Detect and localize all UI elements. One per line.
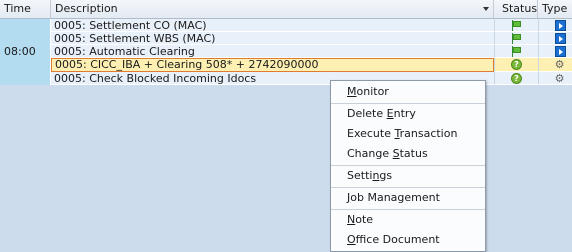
menu-item-execute-transaction[interactable]: Execute Transaction (331, 124, 485, 144)
question-icon: ? (511, 73, 522, 84)
menu-item-delete-entry[interactable]: Delete Entry (331, 104, 485, 124)
table-row-selected[interactable]: 0005: CICC_IBA + Clearing 508* + 2742090… (0, 58, 572, 72)
question-icon: ? (511, 59, 522, 70)
type-cell (538, 32, 572, 45)
green-flag-icon (512, 33, 523, 44)
gear-icon: ⚙ (554, 58, 565, 71)
status-cell: ? (494, 58, 538, 72)
green-flag-icon (512, 46, 523, 57)
menu-item-office-document[interactable]: Office Document (331, 230, 485, 250)
column-header-time[interactable]: Time (0, 0, 51, 18)
description-cell[interactable]: 0005: Settlement CO (MAC) (51, 19, 494, 32)
blue-play-icon (555, 46, 566, 57)
menu-item-note[interactable]: Note (331, 210, 485, 230)
type-cell: ⚙ (538, 72, 572, 85)
menu-item-monitor[interactable]: Monitor (331, 82, 485, 102)
table-row[interactable]: 0005: Settlement CO (MAC) (0, 19, 572, 32)
status-cell (494, 45, 538, 58)
blue-play-icon (555, 20, 566, 31)
menu-item-change-status[interactable]: Change Status (331, 144, 485, 164)
column-header-type[interactable]: Type (538, 0, 572, 18)
sort-descending-icon[interactable] (483, 7, 489, 11)
time-cell (0, 32, 51, 45)
description-cell[interactable]: 0005: CICC_IBA + Clearing 508* + 2742090… (51, 58, 494, 72)
type-cell: ⚙ (538, 58, 572, 72)
description-cell[interactable]: 0005: Settlement WBS (MAC) (51, 32, 494, 45)
menu-item-job-management[interactable]: Job Management (331, 188, 485, 208)
column-header-status[interactable]: Status (494, 0, 538, 18)
time-cell: 08:00 (0, 45, 51, 58)
time-cell (0, 58, 51, 72)
table-row[interactable]: 0005: Check Blocked Incoming Idocs ? ⚙ (0, 72, 572, 85)
time-cell (0, 72, 51, 85)
context-menu: Monitor Delete Entry Execute Transaction… (330, 80, 486, 252)
menu-item-settings[interactable]: Settings (331, 166, 485, 186)
blue-play-icon (555, 33, 566, 44)
table-row[interactable]: 0005: Settlement WBS (MAC) (0, 32, 572, 45)
description-cell[interactable]: 0005: Automatic Clearing (51, 45, 494, 58)
column-header-description[interactable]: Description (51, 0, 494, 18)
type-cell (538, 45, 572, 58)
status-cell (494, 32, 538, 45)
type-cell (538, 19, 572, 32)
status-cell (494, 19, 538, 32)
table-row[interactable]: 08:00 0005: Automatic Clearing (0, 45, 572, 58)
gear-icon: ⚙ (554, 72, 565, 85)
green-flag-icon (512, 20, 523, 31)
status-cell: ? (494, 72, 538, 85)
column-header-bar: Time Description Status Type (0, 0, 572, 19)
time-cell (0, 19, 51, 32)
